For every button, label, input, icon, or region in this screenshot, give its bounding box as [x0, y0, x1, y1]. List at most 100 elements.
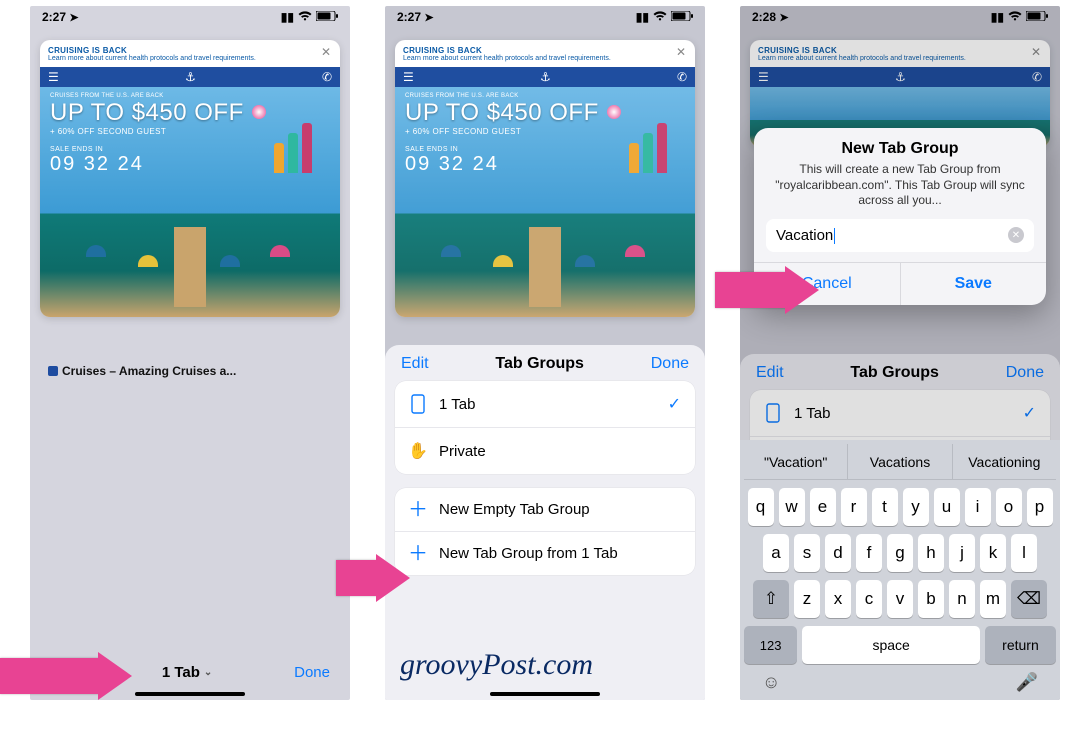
tabs-icon [409, 394, 427, 414]
key-m[interactable]: m [980, 580, 1006, 618]
favicon-icon [48, 366, 58, 376]
home-indicator [135, 692, 245, 696]
sheet-title: Tab Groups [495, 355, 584, 373]
tab-group-picker[interactable]: 1 Tab⌄ [162, 664, 212, 681]
promo-title: CRUISING IS BACK [48, 46, 332, 55]
location-icon: ➤ [69, 12, 78, 24]
key-c[interactable]: c [856, 580, 882, 618]
wifi-icon [653, 10, 667, 24]
tab-groups-sheet: Edit Tab Groups Done 1 Tab ✓ ✋ Private ＋… [385, 345, 705, 700]
key-o[interactable]: o [996, 488, 1022, 526]
tab-groups-new-list: ＋ New Empty Tab Group ＋ New Tab Group fr… [395, 488, 695, 575]
towers-decor [274, 123, 312, 173]
numbers-key[interactable]: 123 [744, 626, 797, 664]
key-n[interactable]: n [949, 580, 975, 618]
key-l[interactable]: l [1011, 534, 1037, 572]
keyboard-row-1: q w e r t y u i o p [744, 488, 1056, 526]
location-icon: ➤ [424, 12, 433, 24]
balloon-decor [252, 105, 266, 119]
status-right: ▮▮ [281, 10, 338, 24]
status-bar: 2:27 ➤ ▮▮ [385, 6, 705, 28]
key-q[interactable]: q [748, 488, 774, 526]
webpage-card[interactable]: CRUISING IS BACK Learn more about curren… [40, 40, 340, 317]
chevron-down-icon: ⌄ [204, 667, 212, 678]
plus-icon: ＋ [409, 546, 427, 562]
keyboard-row-4: 123 space return [744, 626, 1056, 664]
battery-icon [316, 10, 338, 24]
emoji-key[interactable]: ☺ [762, 672, 780, 693]
clear-text-icon[interactable]: ✕ [1008, 227, 1024, 243]
shift-key[interactable]: ⇧ [753, 580, 789, 618]
done-button[interactable]: Done [294, 664, 330, 681]
dialog-body: This will create a new Tab Group from "r… [754, 162, 1046, 219]
tab-group-row-private[interactable]: ✋ Private [395, 428, 695, 474]
signal-icon: ▮▮ [636, 10, 649, 24]
private-icon: ✋ [409, 441, 427, 461]
backspace-key[interactable]: ⌫ [1011, 580, 1047, 618]
key-x[interactable]: x [825, 580, 851, 618]
key-w[interactable]: w [779, 488, 805, 526]
wifi-icon [298, 10, 312, 24]
suggestion-2[interactable]: Vacations [848, 444, 952, 479]
save-button[interactable]: Save [901, 263, 1047, 305]
promo-subtitle: Learn more about current health protocol… [48, 55, 278, 63]
return-key[interactable]: return [985, 626, 1056, 664]
key-b[interactable]: b [918, 580, 944, 618]
hero-kicker: CRUISES FROM THE U.S. ARE BACK [40, 87, 340, 99]
key-a[interactable]: a [763, 534, 789, 572]
webpage-card: CRUISING IS BACK Learn more about curren… [395, 40, 695, 317]
plus-icon: ＋ [409, 502, 427, 518]
space-key[interactable]: space [802, 626, 980, 664]
key-i[interactable]: i [965, 488, 991, 526]
key-t[interactable]: t [872, 488, 898, 526]
tab-group-name-input[interactable]: Vacation ✕ [766, 219, 1034, 252]
key-v[interactable]: v [887, 580, 913, 618]
suggestion-1[interactable]: "Vacation" [744, 444, 848, 479]
keyboard-row-2: a s d f g h j k l [744, 534, 1056, 572]
phone-screenshot-1: 2:27 ➤ ▮▮ CRUISING IS BACK Learn more ab… [30, 6, 350, 700]
key-j[interactable]: j [949, 534, 975, 572]
site-nav-bar: ☰ ⚓︎ ✆ [40, 67, 340, 87]
key-z[interactable]: z [794, 580, 820, 618]
watermark: groovyPost.com [400, 648, 593, 682]
new-empty-tab-group[interactable]: ＋ New Empty Tab Group [395, 488, 695, 532]
keyboard-row-3: ⇧ z x c v b n m ⌫ [744, 580, 1056, 618]
home-indicator [490, 692, 600, 696]
key-s[interactable]: s [794, 534, 820, 572]
key-f[interactable]: f [856, 534, 882, 572]
close-icon[interactable]: ✕ [673, 44, 689, 60]
done-button[interactable]: Done [651, 355, 689, 373]
key-u[interactable]: u [934, 488, 960, 526]
status-time: 2:27 ➤ [397, 10, 434, 24]
phone-screenshot-3: 2:28 ➤ ▮▮ CRUISING IS BACK Learn more ab… [740, 6, 1060, 700]
key-e[interactable]: e [810, 488, 836, 526]
key-p[interactable]: p [1027, 488, 1053, 526]
hamburger-icon[interactable]: ☰ [48, 70, 59, 84]
checkmark-icon: ✓ [668, 394, 681, 414]
status-bar: 2:27 ➤ ▮▮ [30, 6, 350, 28]
new-tab-group-from-tab[interactable]: ＋ New Tab Group from 1 Tab [395, 532, 695, 575]
keyboard: "Vacation" Vacations Vacationing q w e r… [740, 440, 1060, 700]
suggestion-3[interactable]: Vacationing [953, 444, 1056, 479]
dictation-key[interactable]: 🎤 [1016, 672, 1038, 693]
tab-groups-list: 1 Tab ✓ ✋ Private [395, 381, 695, 474]
tab-caption: Cruises – Amazing Cruises a... [48, 364, 236, 378]
close-icon[interactable]: ✕ [318, 44, 334, 60]
key-k[interactable]: k [980, 534, 1006, 572]
status-time: 2:27 ➤ [42, 10, 79, 24]
hero-image: CRUISES FROM THE U.S. ARE BACK UP TO $45… [40, 87, 340, 317]
text-caret [834, 228, 835, 244]
key-h[interactable]: h [918, 534, 944, 572]
pier-decor [174, 227, 206, 307]
key-y[interactable]: y [903, 488, 929, 526]
tab-group-row-1tab[interactable]: 1 Tab ✓ [395, 381, 695, 428]
keyboard-suggestions: "Vacation" Vacations Vacationing [744, 444, 1056, 480]
signal-icon: ▮▮ [281, 10, 294, 24]
key-d[interactable]: d [825, 534, 851, 572]
phone-icon[interactable]: ✆ [322, 70, 332, 84]
edit-button[interactable]: Edit [401, 355, 429, 373]
key-g[interactable]: g [887, 534, 913, 572]
logo-icon: ⚓︎ [185, 70, 196, 84]
key-r[interactable]: r [841, 488, 867, 526]
battery-icon [671, 10, 693, 24]
